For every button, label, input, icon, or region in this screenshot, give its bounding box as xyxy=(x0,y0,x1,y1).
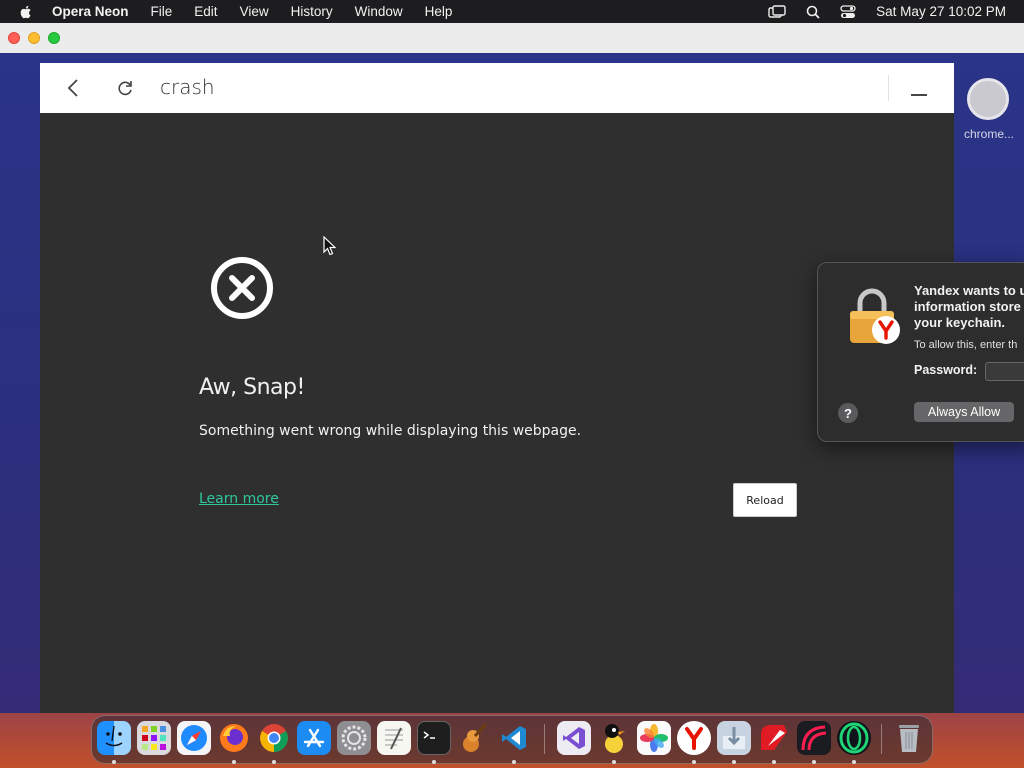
close-window-button[interactable] xyxy=(8,32,20,44)
crash-error-icon xyxy=(211,257,273,319)
running-indicator xyxy=(772,760,776,764)
visual-studio-icon[interactable] xyxy=(557,721,591,755)
always-allow-button[interactable]: Always Allow xyxy=(914,402,1014,422)
menu-bar: Opera Neon File Edit View History Window… xyxy=(0,0,1024,23)
reload-button[interactable]: Reload xyxy=(733,483,797,517)
password-label: Password: xyxy=(914,363,978,377)
keychain-lock-icon xyxy=(850,288,900,344)
control-center-icon[interactable] xyxy=(840,4,856,19)
running-indicator xyxy=(512,760,516,764)
terminal-icon[interactable] xyxy=(417,721,451,755)
trash-icon[interactable] xyxy=(892,721,926,755)
opera-neon-icon[interactable] xyxy=(757,721,791,755)
address-divider xyxy=(888,75,889,101)
running-indicator xyxy=(112,760,116,764)
address-bar: crash xyxy=(40,63,954,114)
url-input[interactable]: crash xyxy=(160,75,215,99)
dock-separator xyxy=(881,724,882,754)
mouse-cursor-icon xyxy=(323,236,337,256)
running-indicator xyxy=(852,760,856,764)
spotlight-search-icon[interactable] xyxy=(806,5,820,19)
running-indicator xyxy=(692,760,696,764)
opera-icon[interactable] xyxy=(837,721,871,755)
textedit-icon[interactable] xyxy=(377,721,411,755)
garageband-icon[interactable] xyxy=(457,721,491,755)
learn-more-link[interactable]: Learn more xyxy=(199,491,279,507)
menu-history[interactable]: History xyxy=(291,4,333,19)
system-preferences-icon[interactable] xyxy=(337,721,371,755)
reload-icon[interactable] xyxy=(115,77,135,99)
title-bar xyxy=(0,23,1024,54)
running-indicator xyxy=(232,760,236,764)
downloads-folder-icon[interactable] xyxy=(717,721,751,755)
menu-window[interactable]: Window xyxy=(355,4,403,19)
menu-view[interactable]: View xyxy=(240,4,269,19)
safari-icon[interactable] xyxy=(177,721,211,755)
error-message: Something went wrong while displaying th… xyxy=(199,423,582,439)
password-field[interactable] xyxy=(985,362,1024,381)
tab-bubble-avatar[interactable] xyxy=(967,78,1009,120)
apple-icon[interactable] xyxy=(18,4,34,20)
running-indicator xyxy=(812,760,816,764)
dialog-title: Yandex wants to u information store your… xyxy=(914,283,1024,330)
menu-app-name[interactable]: Opera Neon xyxy=(52,4,129,19)
menu-file[interactable]: File xyxy=(151,4,173,19)
screen-mirroring-icon[interactable] xyxy=(768,4,786,19)
error-title: Aw, Snap! xyxy=(199,375,305,400)
running-indicator xyxy=(272,760,276,764)
photos-icon[interactable] xyxy=(637,721,671,755)
help-button[interactable]: ? xyxy=(838,403,858,423)
dock xyxy=(91,715,933,764)
minimize-window-button[interactable] xyxy=(28,32,40,44)
launchpad-icon[interactable] xyxy=(137,721,171,755)
dialog-subtitle: To allow this, enter th xyxy=(914,339,1018,351)
firefox-icon[interactable] xyxy=(217,721,251,755)
menu-help[interactable]: Help xyxy=(425,4,453,19)
menu-edit[interactable]: Edit xyxy=(194,4,217,19)
running-indicator xyxy=(432,760,436,764)
menu-clock[interactable]: Sat May 27 10:02 PM xyxy=(876,4,1006,19)
running-indicator xyxy=(612,760,616,764)
back-arrow-icon[interactable] xyxy=(64,77,84,99)
app-store-icon[interactable] xyxy=(297,721,331,755)
vscode-icon[interactable] xyxy=(497,721,531,755)
yandex-browser-icon[interactable] xyxy=(677,721,711,755)
keychain-access-dialog: Yandex wants to u information store your… xyxy=(817,262,1024,442)
opera-gx-icon[interactable] xyxy=(797,721,831,755)
chrome-icon[interactable] xyxy=(257,721,291,755)
finder-icon[interactable] xyxy=(97,721,131,755)
tab-bubble-label[interactable]: chrome... xyxy=(964,127,1016,141)
zoom-window-button[interactable] xyxy=(48,32,60,44)
dock-separator xyxy=(544,724,545,754)
running-indicator xyxy=(732,760,736,764)
minimize-page-icon[interactable] xyxy=(908,83,930,97)
cyberduck-icon[interactable] xyxy=(597,721,631,755)
